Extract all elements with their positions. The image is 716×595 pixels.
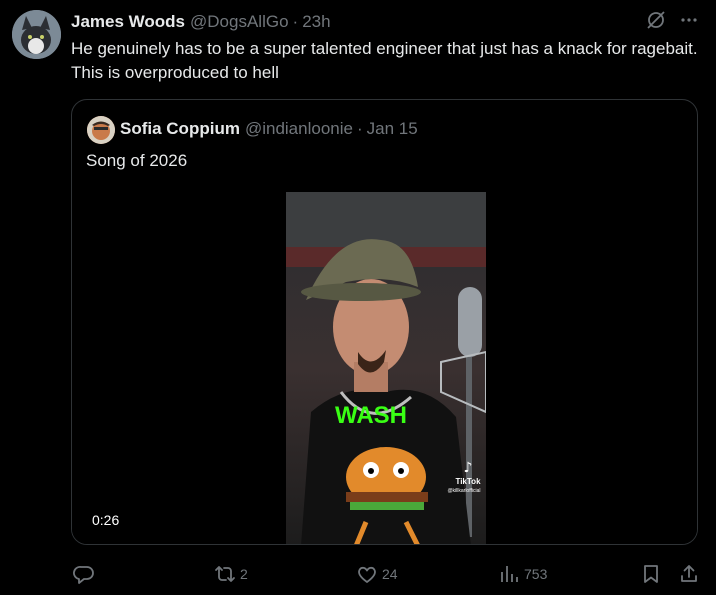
separator-dot: · <box>356 119 363 138</box>
tiktok-handle: @killkarlofficial <box>447 488 480 494</box>
action-bar: 2 24 753 <box>71 562 701 586</box>
quoted-date[interactable]: Jan 15 <box>367 119 418 139</box>
post-text: He genuinely has to be a super talented … <box>71 39 698 82</box>
like-icon <box>356 563 378 585</box>
video-overlay-text: WASH <box>335 402 407 429</box>
share-button[interactable] <box>678 562 700 586</box>
views-icon <box>498 563 520 585</box>
post-time[interactable]: 23h <box>302 12 330 32</box>
avatar[interactable] <box>12 10 61 59</box>
repost-count: 2 <box>240 566 248 582</box>
bookmark-button[interactable] <box>640 562 662 586</box>
like-button[interactable]: 24 <box>356 562 398 586</box>
quoted-text: Song of 2026 <box>86 151 188 170</box>
video-player[interactable]: WASH ♪ TikTok @killkarlofficial 0:26 <box>72 192 697 544</box>
quoted-author-name[interactable]: Sofia Coppium <box>120 119 240 139</box>
repost-button[interactable]: 2 <box>214 562 248 586</box>
quoted-author-handle[interactable]: @indianloonie <box>245 119 353 139</box>
author-handle[interactable]: @DogsAllGo <box>190 12 289 32</box>
views-count: 753 <box>524 566 548 582</box>
tweet[interactable]: James Woods @DogsAllGo · 23h He genuinel… <box>0 0 716 595</box>
quoted-header: Sofia Coppium @indianloonie · Jan 15 <box>120 119 418 139</box>
like-count: 24 <box>382 566 398 582</box>
video-duration: 0:26 <box>86 510 126 530</box>
quoted-avatar[interactable] <box>87 116 115 144</box>
svg-text:♪: ♪ <box>464 460 473 476</box>
post-header: James Woods @DogsAllGo · 23h <box>71 11 331 33</box>
quoted-post[interactable]: Sofia Coppium @indianloonie · Jan 15 Son… <box>71 99 698 545</box>
grok-icon[interactable] <box>646 10 666 30</box>
views-button[interactable]: 753 <box>498 562 547 586</box>
separator-dot: · <box>292 12 299 31</box>
more-icon[interactable] <box>680 11 698 29</box>
repost-icon <box>214 563 236 585</box>
video-frame: WASH ♪ TikTok @killkarlofficial <box>286 192 486 544</box>
tiktok-watermark: TikTok <box>455 477 481 486</box>
reply-icon <box>73 563 95 585</box>
bookmark-icon <box>640 563 662 585</box>
reply-button[interactable] <box>73 562 95 586</box>
share-icon <box>678 563 700 585</box>
author-name[interactable]: James Woods <box>71 12 185 32</box>
